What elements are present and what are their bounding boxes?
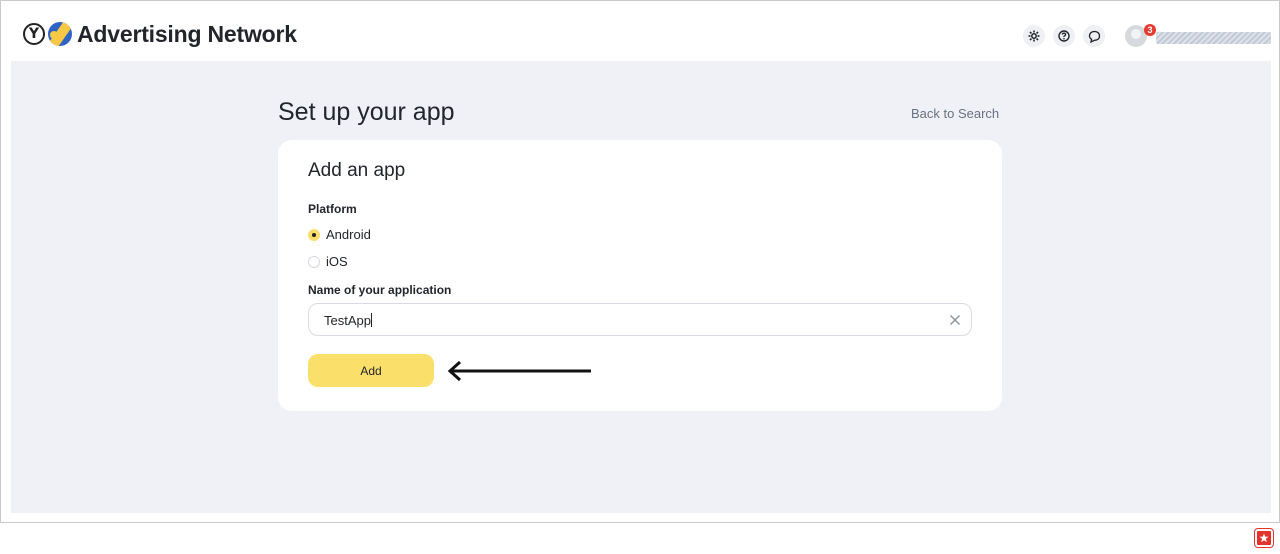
bookmark-star-icon[interactable] [1254, 528, 1274, 548]
settings-icon[interactable] [1023, 25, 1045, 47]
chat-icon[interactable] [1083, 25, 1105, 47]
arrow-pointer-icon [447, 360, 591, 382]
brand-logo[interactable]: Y Advertising Network [23, 19, 297, 49]
app-name-input[interactable]: TestApp [308, 303, 972, 336]
card-title: Add an app [308, 160, 406, 181]
platform-option-android[interactable]: Android [308, 227, 371, 242]
android-radio[interactable] [308, 228, 320, 241]
android-label: Android [326, 227, 371, 242]
page-title: Set up your app [278, 98, 455, 126]
brand-title: Advertising Network [77, 20, 297, 47]
back-to-search-link[interactable]: Back to Search [911, 106, 999, 121]
top-header: Y Advertising Network 3 [1, 1, 1279, 61]
add-app-card: Add an app Platform Android iOS Name of … [278, 140, 1002, 411]
app-name-label: Name of your application [308, 283, 452, 297]
network-logo-icon [48, 22, 72, 46]
user-account-name[interactable] [1156, 32, 1271, 44]
platform-label: Platform [308, 202, 357, 216]
yandex-logo-icon: Y [23, 23, 45, 45]
help-icon[interactable] [1053, 25, 1075, 47]
add-button[interactable]: Add [308, 354, 434, 387]
notification-badge: 3 [1144, 24, 1156, 36]
app-name-value: TestApp [324, 313, 372, 328]
platform-option-ios[interactable]: iOS [308, 254, 348, 269]
clear-icon[interactable] [947, 312, 963, 328]
ios-label: iOS [326, 254, 348, 269]
header-icons [1023, 25, 1113, 47]
ios-radio[interactable] [308, 255, 320, 268]
